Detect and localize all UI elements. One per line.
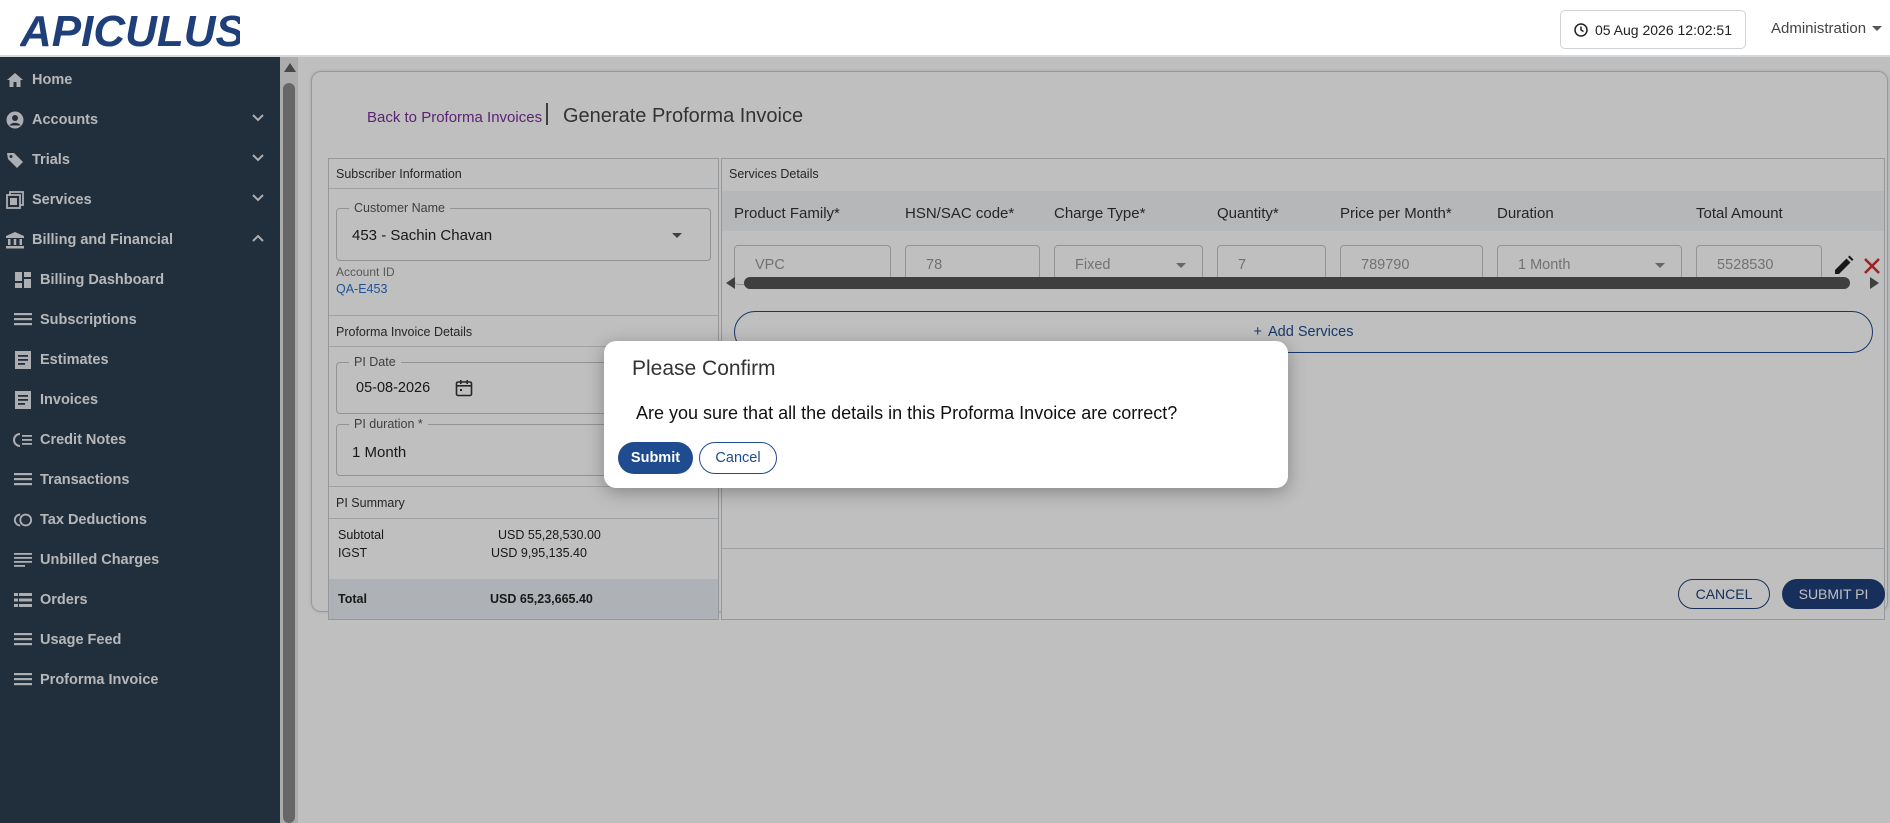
dialog-cancel-button[interactable]: Cancel [699, 442, 777, 474]
dialog-title: Please Confirm [632, 357, 776, 380]
datetime-text: 05 Aug 2026 12:02:51 [1594, 21, 1733, 38]
caret-down-icon [1872, 26, 1883, 31]
datetime-display: 05 Aug 2026 12:02:51 [1560, 10, 1746, 49]
apiculus-logo[interactable]: APICULUS [20, 6, 240, 52]
top-header: APICULUS 05 Aug 2026 12:02:51 Administra… [0, 0, 1890, 57]
dialog-submit-button[interactable]: Submit [618, 442, 693, 474]
user-menu-label: Administration [1771, 20, 1867, 37]
dialog-message: Are you sure that all the details in thi… [636, 403, 1178, 423]
confirm-dialog: Please Confirm Are you sure that all the… [604, 341, 1288, 488]
user-menu[interactable]: Administration [1771, 20, 1883, 37]
logo-text: APICULUS [20, 7, 240, 52]
clock-icon [1574, 22, 1588, 37]
